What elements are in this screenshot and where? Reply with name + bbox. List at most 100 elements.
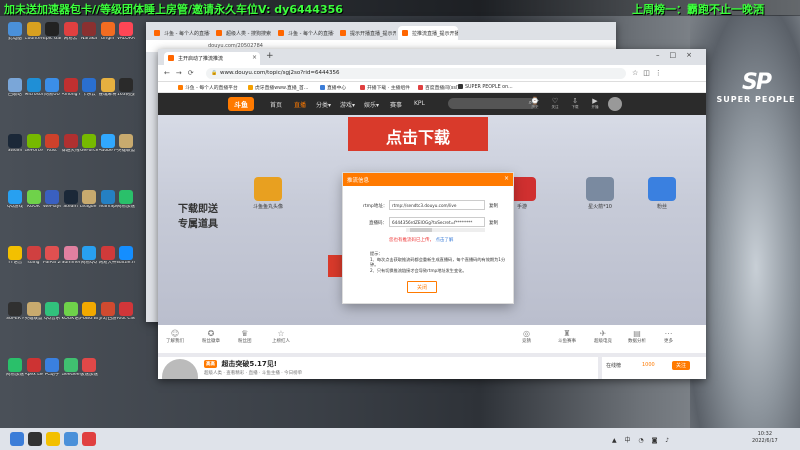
new-tab-button[interactable]: +	[266, 51, 274, 61]
stream-key-field[interactable]: 6444356rdZEIOGg?txSecret=f********	[389, 217, 485, 227]
room-function-item[interactable]: ♛ 粉丝团	[238, 329, 252, 344]
desktop-icon[interactable]: TeamSpeak	[99, 190, 117, 222]
desktop-icon[interactable]: Microsoft Edge	[25, 78, 43, 110]
douyu-search-input[interactable]: ⌕	[448, 98, 536, 109]
back-tab[interactable]: 斗鱼 - 每个人的直播平台	[274, 26, 334, 40]
nav-buttons[interactable]: ←→⟳	[164, 69, 200, 77]
desktop-icon[interactable]: Riot Client	[117, 302, 135, 334]
desktop-icon[interactable]: 网易UU	[43, 78, 61, 110]
scrollbar-thumb[interactable]	[410, 228, 432, 232]
desktop-icon[interactable]: WePlayer Engine	[43, 190, 61, 222]
desktop-icon[interactable]: 网易QQ	[80, 246, 98, 278]
active-tab[interactable]: 主开启动了推流推流 ×	[164, 52, 260, 65]
bookmark-item[interactable]: 直播中心	[320, 84, 346, 91]
room-function-item[interactable]: ☺ 了解我们	[166, 329, 184, 344]
desktop-icon[interactable]: 网易大神	[99, 246, 117, 278]
desktop-icon[interactable]: Naraka	[80, 22, 98, 54]
desktop-icon[interactable]: QQ音乐	[43, 302, 61, 334]
douyu-logo[interactable]: 斗鱼	[228, 97, 254, 111]
copy-key-button[interactable]: 复制	[489, 220, 498, 226]
room-function-item[interactable]: ◎ 竞猜	[522, 329, 531, 344]
desktop-icon[interactable]: 回收站	[6, 78, 24, 110]
bookmark-item[interactable]: 斗鱼 - 每个人的直播平台	[178, 84, 238, 91]
desktop-icon[interactable]: 网易加速器	[6, 358, 24, 390]
desktop-icon[interactable]: Counter-Strike	[25, 22, 43, 54]
back-tab[interactable]: 超级人类 - 搜狗搜索	[212, 26, 272, 40]
desktop-icon[interactable]: QQ游戏	[6, 190, 24, 222]
desktop-icon[interactable]: Steam	[6, 134, 24, 166]
toolbar-icons[interactable]: ☆◫⋮	[632, 69, 667, 77]
promo-download-heading[interactable]: 点击下载	[348, 117, 488, 151]
desktop-icon[interactable]: PalPal 2D Loader	[43, 246, 61, 278]
room-function-item[interactable]: ☆ 上榜红人	[272, 329, 290, 344]
desktop-icon[interactable]: 梦幻西游	[99, 302, 117, 334]
back-tab[interactable]: 提示开播直播_提示开播播…	[336, 26, 396, 40]
desktop-icon[interactable]: slang	[25, 246, 43, 278]
header-user-action[interactable]: ▶ 开播	[586, 97, 604, 110]
rank-label[interactable]: 在线榜	[606, 362, 621, 369]
bookmark-item[interactable]: 开播下载 · 主播组件	[360, 84, 410, 91]
douyu-nav-item[interactable]: 首页	[270, 100, 282, 109]
back-tab[interactable]: 拉推流直播_提示开播播…	[398, 26, 458, 40]
desktop-icon[interactable]: Apex Legends	[25, 358, 43, 390]
taskbar-game-icon[interactable]	[82, 432, 96, 446]
taskbar-windows-icon[interactable]	[10, 432, 24, 446]
desktop-icon[interactable]: 网易云	[62, 22, 80, 54]
douyu-nav-item[interactable]: 游戏▾	[340, 100, 355, 109]
desktop-icon[interactable]: PC助手	[43, 358, 61, 390]
bookmark-item[interactable]: SUPER PEOPLE on...	[458, 84, 513, 90]
desktop-icon[interactable]: 英雄联盟 WeGame版	[25, 302, 43, 334]
desktop-icon[interactable]: 雀魂麻将 Mahjong Soul	[99, 78, 117, 110]
promo-reward-item[interactable]: 斗鱼鱼丸头像	[253, 177, 283, 210]
desktop-icon[interactable]: KOOK	[25, 190, 43, 222]
taskbar-file-explorer-icon[interactable]	[46, 432, 60, 446]
header-user-action[interactable]: ⌚ 历史	[526, 97, 544, 110]
douyu-nav-item[interactable]: 直播	[294, 100, 306, 109]
room-function-item[interactable]: ✈ 超级电竞	[594, 329, 612, 344]
desktop-icon[interactable]: 极速加速器	[80, 358, 98, 390]
desktop-icon[interactable]: 163的战手游	[117, 78, 135, 110]
window-controls[interactable]: –□×	[656, 51, 702, 59]
bookmark-item[interactable]: 虎牙直播www.直播_首...	[248, 84, 308, 91]
desktop-icon[interactable]: 网易加速器	[117, 190, 135, 222]
desktop-icon[interactable]: GeForce Experience	[25, 134, 43, 166]
tab-close-icon[interactable]: ×	[252, 54, 257, 61]
desktop-icon[interactable]: Adobe Photoshop	[99, 134, 117, 166]
system-tray[interactable]: ▲ 中 ◔ ◙ ♪	[612, 435, 672, 444]
learn-more-link[interactable]: 点击了解	[435, 238, 453, 243]
desktop-icon[interactable]: Battle.net	[117, 246, 135, 278]
taskbar-clock[interactable]: 10:32 2022/6/17	[752, 431, 778, 444]
dialog-close-button[interactable]: 关闭	[407, 281, 437, 293]
douyu-nav-item[interactable]: 赛事	[390, 100, 402, 109]
promo-reward-item[interactable]: 粉丝	[648, 177, 676, 210]
desktop-icon[interactable]: 此电脑	[6, 22, 24, 54]
desktop-icon[interactable]: 穿越火线2	[62, 134, 80, 166]
desktop-icon[interactable]: Summer Party	[62, 246, 80, 278]
desktop-icon[interactable]: Rust	[43, 134, 61, 166]
header-user-action[interactable]: ⇩ 下载	[566, 97, 584, 110]
copy-rtmp-button[interactable]: 复制	[489, 203, 498, 209]
rtmp-address-field[interactable]: rtmp://sendtc3.douyu.com/live	[389, 200, 485, 210]
douyu-nav-item[interactable]: 分类▾	[316, 100, 331, 109]
desktop-icon[interactable]: 卡乐云	[80, 78, 98, 110]
desktop-icon[interactable]: GeForce NOW	[80, 134, 98, 166]
dialog-close-icon[interactable]: ×	[504, 175, 509, 182]
douyu-nav-item[interactable]: 娱乐▾	[364, 100, 379, 109]
desktop-icon[interactable]: KOOK语音	[62, 302, 80, 334]
streamer-avatar[interactable]	[162, 359, 198, 379]
desktop-icon[interactable]: Origin	[99, 22, 117, 54]
room-function-item[interactable]: ♜ 斗鱼赛事	[558, 329, 576, 344]
room-function-item[interactable]: ⋯ 更多	[664, 329, 673, 344]
header-user-action[interactable]: ♡ 关注	[546, 97, 564, 110]
desktop-icon[interactable]: YY语音	[6, 246, 24, 278]
desktop-icon[interactable]: PUBG BATTLEGROUNDS	[80, 302, 98, 334]
room-function-item[interactable]: ▤ 数据分析	[628, 329, 646, 344]
douyu-nav-item[interactable]: KPL	[414, 100, 425, 107]
user-avatar[interactable]	[608, 97, 622, 111]
desktop-icon[interactable]: 英雄联盟	[117, 134, 135, 166]
desktop-icon[interactable]: GeeGee	[62, 358, 80, 390]
bookmark-item[interactable]: 百度直播间(ssl)	[418, 84, 459, 91]
taskbar-chrome-icon[interactable]	[64, 432, 78, 446]
desktop-icon[interactable]: Among Us	[62, 78, 80, 110]
room-function-item[interactable]: ✪ 粉丝徽章	[202, 329, 220, 344]
